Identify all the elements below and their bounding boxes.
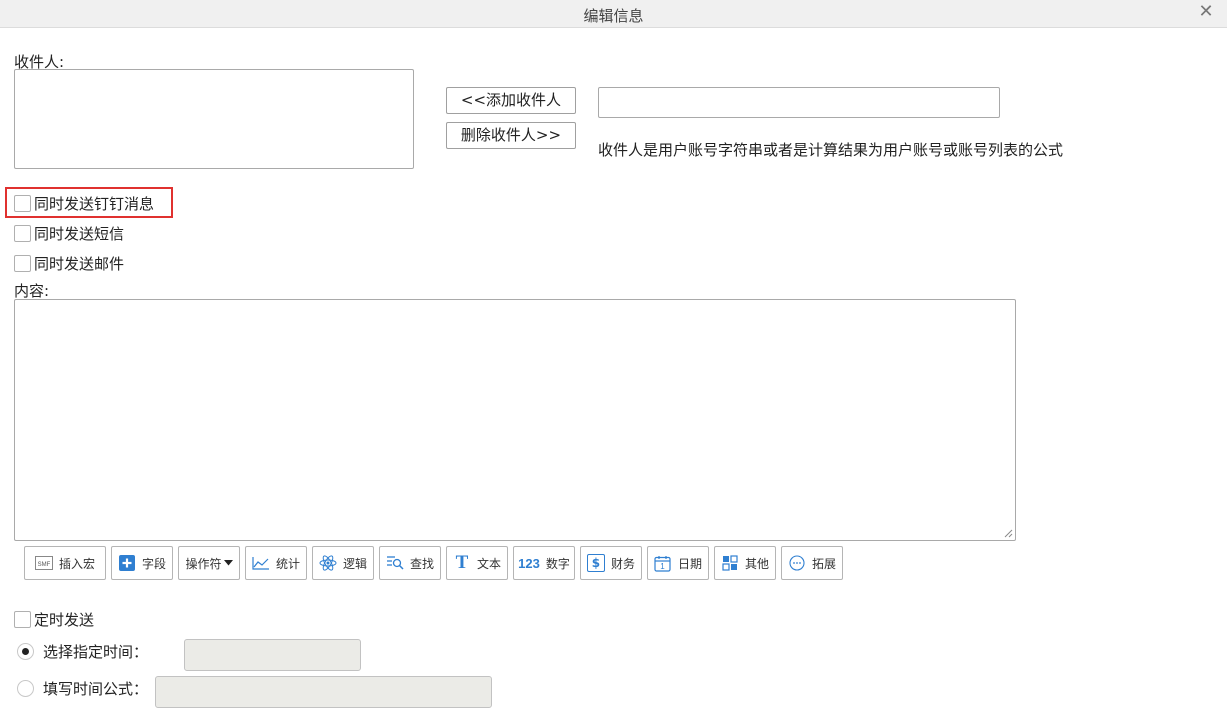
dialog-title: 编辑信息	[583, 7, 644, 25]
other-label: 其他	[744, 556, 769, 571]
field-button[interactable]: 字段	[111, 546, 173, 580]
operator-label: 操作符	[185, 556, 222, 571]
dialog-titlebar: 编辑信息 ✕	[0, 0, 1227, 28]
date-button[interactable]: 1 日期	[647, 546, 709, 580]
time-formula-input[interactable]	[155, 676, 492, 708]
add-recipient-button[interactable]: <<添加收件人	[446, 87, 576, 114]
operator-dropdown[interactable]: 操作符	[178, 546, 240, 580]
smf-macro-icon: SMF	[34, 554, 53, 572]
text-button[interactable]: T 文本	[446, 546, 508, 580]
schedule-checkbox[interactable]	[14, 610, 31, 628]
specific-time-label: 选择指定时间：	[43, 642, 149, 661]
search-list-icon	[386, 554, 404, 572]
statistics-button[interactable]: 统计	[245, 546, 307, 580]
specific-time-option[interactable]: 选择指定时间：	[17, 640, 148, 662]
number-label: 数字	[545, 556, 570, 571]
content-label: 内容:	[14, 282, 50, 300]
recipient-hint: 收件人是用户账号字符串或者是计算结果为用户账号或账号列表的公式	[598, 141, 1064, 159]
time-formula-radio[interactable]	[17, 679, 34, 697]
dollar-icon: $	[586, 554, 605, 572]
specific-time-radio[interactable]	[17, 642, 34, 660]
email-label: 同时发送邮件	[34, 254, 125, 273]
number-button[interactable]: 123 数字	[513, 546, 575, 580]
close-icon[interactable]: ✕	[1197, 3, 1215, 21]
dropdown-caret-icon	[223, 560, 233, 566]
number-123-icon: 123	[518, 555, 540, 571]
recipient-input[interactable]	[598, 87, 1000, 118]
dingtalk-checkbox[interactable]	[14, 194, 31, 212]
finance-button[interactable]: $ 财务	[580, 546, 642, 580]
remove-recipient-button[interactable]: 删除收件人>>	[446, 122, 576, 149]
other-button[interactable]: 其他	[714, 546, 776, 580]
email-checkbox[interactable]	[14, 254, 31, 272]
atom-logic-icon	[319, 554, 337, 572]
plus-field-icon	[118, 554, 136, 572]
specific-time-input[interactable]	[184, 639, 361, 671]
text-label: 文本	[476, 556, 501, 571]
ellipsis-circle-icon	[788, 554, 806, 572]
content-textarea[interactable]	[14, 299, 1016, 541]
line-chart-icon	[252, 554, 270, 572]
finance-label: 财务	[610, 556, 635, 571]
logic-label: 逻辑	[342, 556, 367, 571]
email-option[interactable]: 同时发送邮件	[14, 252, 124, 274]
time-formula-label: 填写时间公式：	[43, 679, 149, 698]
sms-option[interactable]: 同时发送短信	[14, 222, 124, 244]
text-t-icon: T	[455, 552, 469, 573]
svg-text:1: 1	[661, 562, 666, 571]
sms-label: 同时发送短信	[34, 224, 125, 243]
dingtalk-option[interactable]: 同时发送钉钉消息	[14, 192, 154, 214]
lookup-label: 查找	[409, 556, 434, 571]
field-label: 字段	[141, 556, 166, 571]
date-label: 日期	[677, 556, 702, 571]
extend-label: 拓展	[811, 556, 836, 571]
recipient-list[interactable]	[14, 69, 414, 169]
lookup-button[interactable]: 查找	[379, 546, 441, 580]
dingtalk-label: 同时发送钉钉消息	[34, 194, 155, 213]
insert-macro-button[interactable]: SMF 插入宏	[24, 546, 106, 580]
schedule-option[interactable]: 定时发送	[14, 608, 94, 630]
sms-checkbox[interactable]	[14, 224, 31, 242]
time-formula-option[interactable]: 填写时间公式：	[17, 677, 148, 699]
svg-text:SMF: SMF	[38, 562, 51, 568]
insert-macro-label: 插入宏	[58, 556, 95, 571]
statistics-label: 统计	[275, 556, 300, 571]
calendar-icon: 1	[654, 554, 672, 572]
grid-icon	[721, 554, 739, 572]
extend-button[interactable]: 拓展	[781, 546, 843, 580]
logic-button[interactable]: 逻辑	[312, 546, 374, 580]
resize-grip-icon[interactable]	[1003, 528, 1013, 538]
schedule-label: 定时发送	[34, 610, 95, 629]
